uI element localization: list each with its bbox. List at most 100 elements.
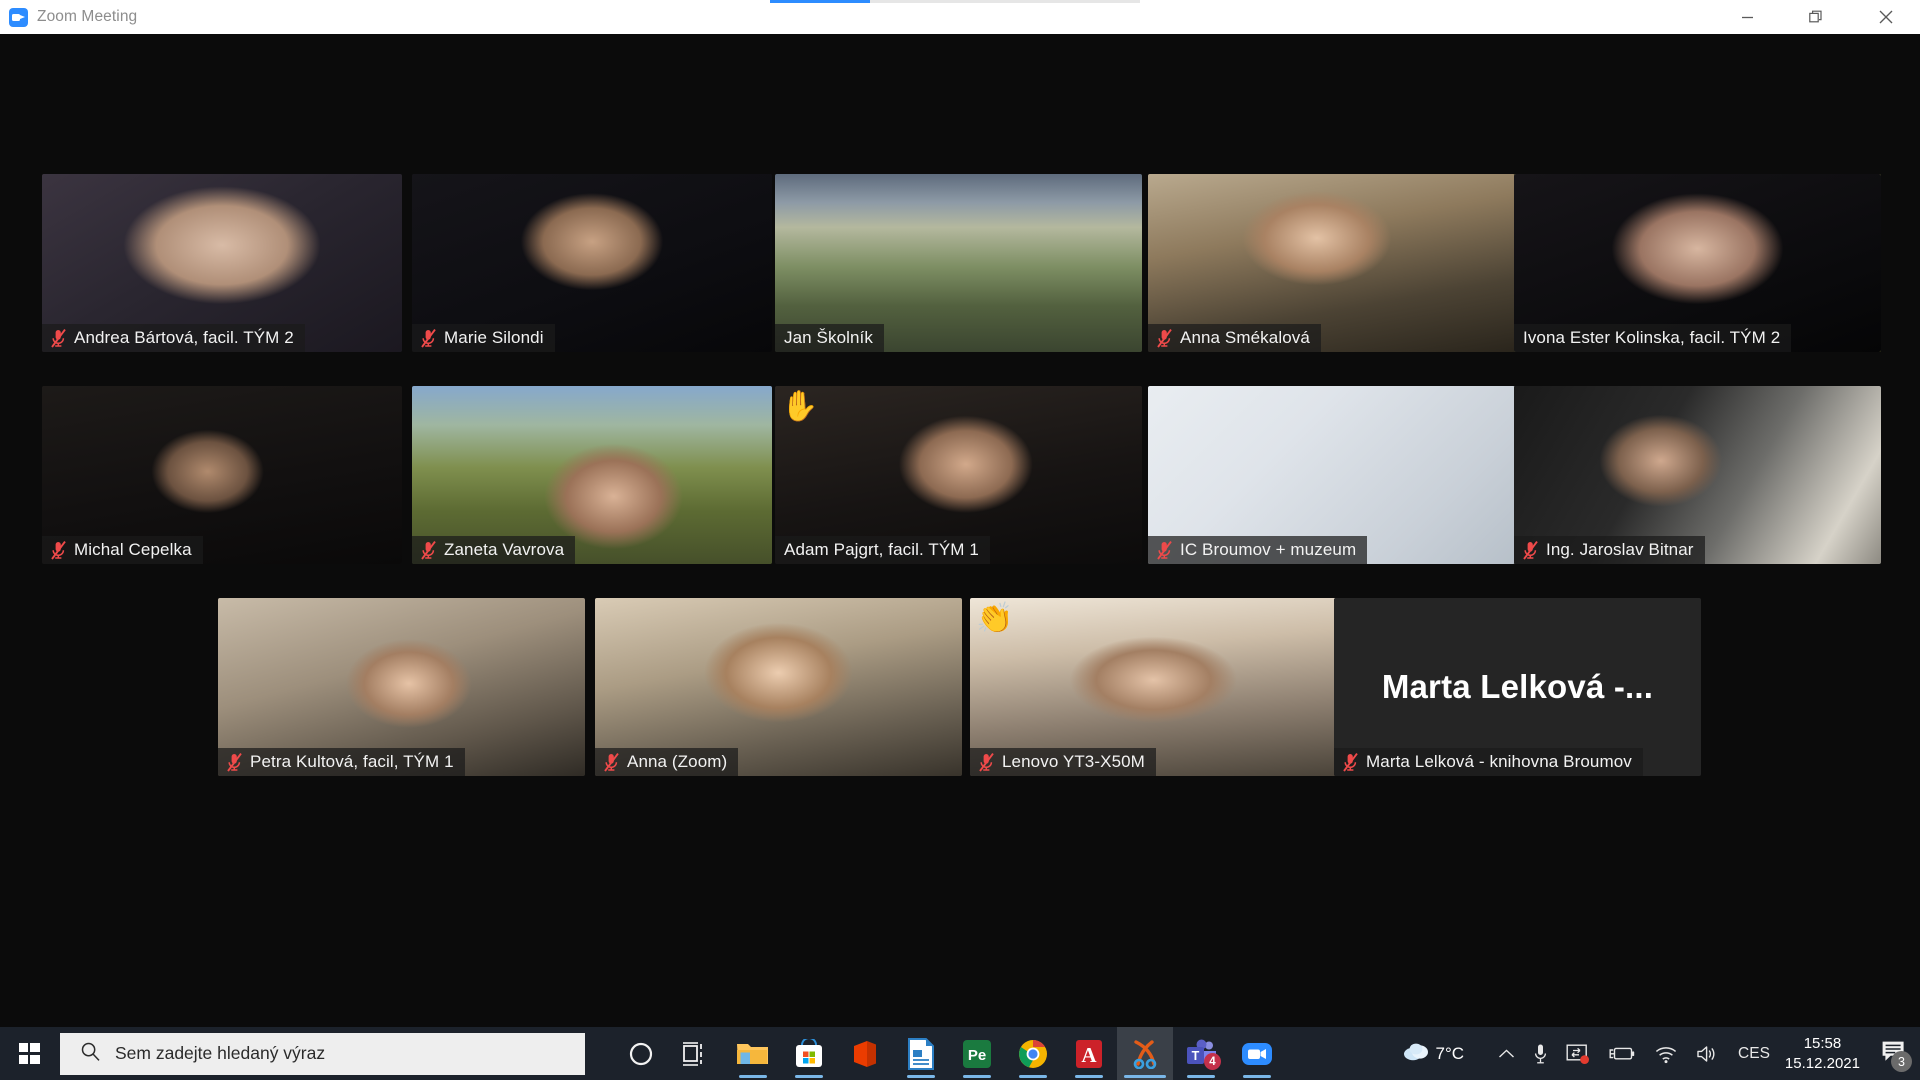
- participant-tile[interactable]: ✋ Adam Pajgrt, facil. TÝM 1: [775, 386, 1142, 564]
- mic-muted-icon: [227, 752, 242, 772]
- cloud-icon: [1402, 1040, 1432, 1067]
- participant-name-bar: Anna Smékalová: [1148, 324, 1321, 352]
- svg-text:A: A: [1081, 1043, 1097, 1067]
- participant-name: Ivona Ester Kolinska, facil. TÝM 2: [1523, 328, 1781, 347]
- app-running-indicator: [1124, 1075, 1166, 1078]
- zoom-icon: [1240, 1037, 1274, 1071]
- taskbar-file-explorer-button[interactable]: [725, 1027, 781, 1080]
- language-indicator[interactable]: CES: [1729, 1027, 1779, 1080]
- window-controls: [1713, 0, 1920, 34]
- file-explorer-icon: [736, 1037, 770, 1071]
- mic-muted-icon: [421, 540, 436, 560]
- mic-muted-icon: [979, 752, 994, 772]
- participant-name-bar: Andrea Bártová, facil. TÝM 2: [42, 324, 305, 352]
- mic-muted-icon: [51, 328, 66, 348]
- windows-logo-icon: [18, 1043, 40, 1064]
- microphone-icon[interactable]: [1524, 1027, 1557, 1080]
- title-bar-drag-region[interactable]: [137, 0, 1713, 34]
- mic-muted-icon: [604, 752, 619, 772]
- participant-tile[interactable]: Marta Lelková -... Marta Lelková - kniho…: [1334, 598, 1701, 776]
- participant-name: Michal Cepelka: [74, 540, 192, 559]
- participant-tile[interactable]: 👏 Lenovo YT3-X50M: [970, 598, 1337, 776]
- wifi-icon[interactable]: [1645, 1027, 1687, 1080]
- participant-name: Adam Pajgrt, facil. TÝM 1: [784, 540, 979, 559]
- participant-tile[interactable]: Anna (Zoom): [595, 598, 962, 776]
- participant-name-bar: Zaneta Vavrova: [412, 536, 576, 564]
- participant-name-bar: Lenovo YT3-X50M: [970, 748, 1156, 776]
- weather-widget[interactable]: 7°C: [1393, 1027, 1490, 1080]
- taskbar-libreoffice-writer-button[interactable]: [893, 1027, 949, 1080]
- participant-tile[interactable]: Andrea Bártová, facil. TÝM 2: [42, 174, 402, 352]
- participant-tile[interactable]: Marie Silondi: [412, 174, 772, 352]
- taskbar-snipping-tool-button[interactable]: [1117, 1027, 1173, 1080]
- app-running-indicator: [907, 1075, 935, 1078]
- participant-name-bar: Adam Pajgrt, facil. TÝM 1: [775, 536, 990, 564]
- app-running-indicator: [1243, 1075, 1271, 1078]
- participant-name: Petra Kultová, facil, TÝM 1: [250, 752, 454, 771]
- window-title: Zoom Meeting: [37, 8, 138, 25]
- participant-name: Zaneta Vavrova: [444, 540, 565, 559]
- system-tray: 7°C CES 15:58 15.12.2021 3: [1393, 1027, 1920, 1080]
- taskbar-photoshop-elements-button[interactable]: Pe: [949, 1027, 1005, 1080]
- minimize-button[interactable]: [1713, 0, 1782, 34]
- participant-name: Marie Silondi: [444, 328, 544, 347]
- restore-button[interactable]: [1782, 0, 1851, 34]
- app-running-indicator: [739, 1075, 767, 1078]
- start-button[interactable]: [0, 1027, 58, 1080]
- clock[interactable]: 15:58 15.12.2021: [1779, 1027, 1872, 1080]
- participant-name: Lenovo YT3-X50M: [1002, 752, 1145, 771]
- mic-muted-icon: [1343, 752, 1358, 772]
- participant-tile[interactable]: Petra Kultová, facil, TÝM 1: [218, 598, 585, 776]
- app-running-indicator: [963, 1075, 991, 1078]
- mic-muted-icon: [1523, 540, 1538, 560]
- taskbar-microsoft-store-button[interactable]: [781, 1027, 837, 1080]
- taskbar-cortana-button[interactable]: [613, 1027, 669, 1080]
- participant-name: IC Broumov + muzeum: [1180, 540, 1357, 559]
- mic-muted-icon: [1157, 540, 1172, 560]
- taskbar-microsoft-teams-button[interactable]: T4: [1173, 1027, 1229, 1080]
- snipping-tool-icon: [1128, 1037, 1162, 1071]
- search-icon: [80, 1041, 101, 1067]
- photoshop-elements-icon: Pe: [960, 1037, 994, 1071]
- close-button[interactable]: [1851, 0, 1920, 34]
- participant-name-bar: IC Broumov + muzeum: [1148, 536, 1368, 564]
- action-center-button[interactable]: 3: [1872, 1027, 1914, 1080]
- mic-muted-icon: [51, 540, 66, 560]
- microsoft-office-icon: [848, 1037, 882, 1071]
- app-running-indicator: [1019, 1075, 1047, 1078]
- participant-tile[interactable]: Jan Školník: [775, 174, 1142, 352]
- participant-name-bar: Marie Silondi: [412, 324, 555, 352]
- speaker-icon[interactable]: [1687, 1027, 1729, 1080]
- taskbar-app-buttons: Pe A T4: [613, 1027, 1285, 1080]
- participant-name-bar: Ing. Jaroslav Bitnar: [1514, 536, 1705, 564]
- taskbar-zoom-button[interactable]: [1229, 1027, 1285, 1080]
- participant-tile[interactable]: Ing. Jaroslav Bitnar: [1514, 386, 1881, 564]
- participant-tile[interactable]: Michal Cepelka: [42, 386, 402, 564]
- svg-text:Pe: Pe: [968, 1047, 986, 1064]
- participant-tile[interactable]: Zaneta Vavrova: [412, 386, 772, 564]
- participant-tile[interactable]: Ivona Ester Kolinska, facil. TÝM 2: [1514, 174, 1881, 352]
- taskbar-microsoft-office-button[interactable]: [837, 1027, 893, 1080]
- participant-tile[interactable]: Anna Smékalová: [1148, 174, 1515, 352]
- participant-tile[interactable]: IC Broumov + muzeum: [1148, 386, 1515, 564]
- screen-share-recording-icon[interactable]: [1557, 1027, 1599, 1080]
- participant-name: Anna (Zoom): [627, 752, 728, 771]
- search-input[interactable]: Sem zadejte hledaný výraz: [60, 1032, 585, 1075]
- show-hidden-icons-button[interactable]: [1489, 1027, 1524, 1080]
- libreoffice-writer-icon: [904, 1037, 938, 1071]
- participant-gallery-grid: Andrea Bártová, facil. TÝM 2 Marie Silon…: [0, 34, 1920, 1046]
- taskbar-task-view-button[interactable]: [669, 1027, 725, 1080]
- app-running-indicator: [1187, 1075, 1215, 1078]
- taskbar-google-chrome-button[interactable]: [1005, 1027, 1061, 1080]
- adobe-acrobat-icon: A: [1072, 1037, 1106, 1071]
- battery-charging-icon[interactable]: [1599, 1027, 1645, 1080]
- participant-name: Marta Lelková - knihovna Broumov: [1366, 752, 1632, 771]
- window-title-bar: Zoom Meeting: [0, 0, 1920, 34]
- zoom-video-icon: [9, 7, 28, 27]
- clock-date: 15.12.2021: [1784, 1054, 1860, 1072]
- taskbar-adobe-acrobat-button[interactable]: A: [1061, 1027, 1117, 1080]
- cortana-icon: [624, 1037, 658, 1071]
- participant-name-bar: Michal Cepelka: [42, 536, 203, 564]
- participant-name: Andrea Bártová, facil. TÝM 2: [74, 328, 294, 347]
- participant-reaction-emoji: ✋: [781, 390, 819, 423]
